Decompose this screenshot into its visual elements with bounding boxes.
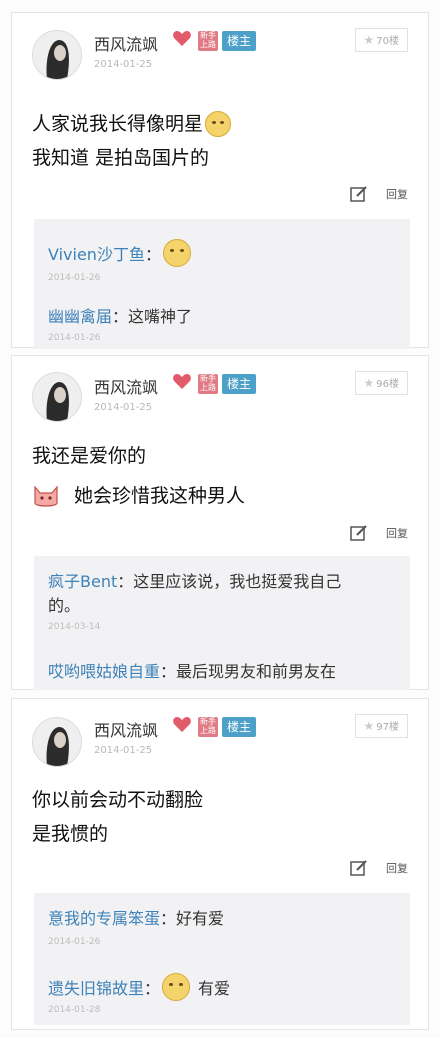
reply-button[interactable]: 回复: [386, 186, 408, 202]
star-icon: ★: [363, 719, 375, 733]
comment-text-cont: 的。: [48, 596, 81, 615]
level-badge: 新手上路: [198, 31, 218, 51]
post-content: 你以前会动不动翻脸 是我惯的: [32, 783, 203, 851]
post-floor-96: 西风流飒 新手上路 楼主 2014-01-25 ★ 96楼 我还是爱你的 她会珍惜…: [11, 355, 429, 690]
comment-separator: ：: [160, 662, 177, 681]
edit-icon[interactable]: [350, 185, 368, 203]
username[interactable]: 西风流飒: [94, 31, 158, 55]
comment-item[interactable]: 遗失旧锦故里 ： 有爱 2014-01-28: [48, 973, 396, 1015]
comment-date: 2014-03-14: [48, 622, 101, 632]
edit-icon[interactable]: [350, 859, 368, 877]
floor-number: 97楼: [376, 722, 399, 733]
avatar[interactable]: [32, 717, 82, 767]
heart-icon: [173, 374, 191, 389]
content-line: 她会珍惜我这种男人: [74, 485, 246, 507]
comment-date: 2014-01-26: [48, 333, 101, 343]
comment-separator: ：: [160, 909, 177, 928]
comment-text: 有爱: [198, 979, 231, 998]
comment-list: 疯子Bent：这里应该说，我也挺爱我自己 的。 2014-03-14 哎哟喂姑娘…: [34, 556, 410, 690]
reply-button[interactable]: 回复: [386, 860, 408, 876]
content-line: 你以前会动不动翻脸: [32, 789, 204, 811]
comment-item[interactable]: 意我的专属笨蛋：好有爱 2014-01-26: [48, 905, 396, 947]
post-content: 人家说我长得像明星 我知道 是拍岛国片的: [32, 107, 232, 175]
comment-item[interactable]: Vivien沙丁鱼 ： 2014-01-26: [48, 239, 396, 283]
comment-author[interactable]: Vivien沙丁鱼: [48, 241, 145, 265]
floor-button[interactable]: ★ 70楼: [354, 28, 408, 52]
content-line: 是我惯的: [32, 823, 109, 845]
comment-author[interactable]: 哎哟喂姑娘自重: [48, 662, 160, 681]
smile-emoji-icon: [205, 111, 232, 137]
comment-separator: ：: [112, 307, 129, 326]
level-badge: 新手上路: [198, 374, 218, 394]
star-icon: ★: [363, 376, 375, 390]
smile-emoji-icon: [162, 973, 191, 1001]
comment-date: 2014-01-26: [48, 937, 101, 947]
post-floor-97: 西风流飒 新手上路 楼主 2014-01-25 ★ 97楼 你以前会动不动翻脸 是…: [11, 698, 429, 1030]
comment-item[interactable]: 哎哟喂姑娘自重：最后现男友和前男友在: [48, 658, 396, 682]
post-tools: 回复: [350, 859, 408, 877]
avatar[interactable]: [32, 372, 82, 422]
comment-separator: ：: [144, 245, 161, 264]
comment-list: Vivien沙丁鱼 ： 2014-01-26 幽幽禽届：这嘴神了 2014-01…: [34, 219, 410, 349]
post-floor-70: 西风流飒 新手上路 楼主 2014-01-25 ★ 70楼 人家说我长得像明星 我…: [11, 12, 429, 349]
avatar[interactable]: [32, 30, 82, 80]
comment-text: 这里应该说，我也挺爱我自己: [133, 572, 342, 591]
username[interactable]: 西风流飒: [94, 717, 158, 741]
username[interactable]: 西风流飒: [94, 374, 158, 398]
comment-text: 好有爱: [176, 909, 225, 928]
comment-item[interactable]: 疯子Bent：这里应该说，我也挺爱我自己 的。 2014-03-14: [48, 570, 396, 632]
owner-badge: 楼主: [222, 717, 257, 737]
post-tools: 回复: [350, 185, 408, 203]
floor-button[interactable]: ★ 96楼: [354, 371, 408, 395]
comment-author[interactable]: 意我的专属笨蛋: [48, 909, 160, 928]
content-line: 我还是爱你的: [32, 445, 147, 467]
post-date: 2014-01-25: [94, 59, 153, 70]
reply-button[interactable]: 回复: [386, 525, 408, 541]
heart-icon: [173, 31, 191, 46]
comment-author[interactable]: 疯子Bent: [48, 572, 117, 591]
comment-text: 最后现男友和前男友在: [176, 662, 337, 681]
floor-button[interactable]: ★ 97楼: [354, 714, 408, 738]
comment-date: 2014-01-28: [48, 1005, 101, 1015]
post-date: 2014-01-25: [94, 402, 153, 413]
floor-number: 96楼: [376, 379, 399, 390]
content-line: 我知道 是拍岛国片的: [32, 147, 210, 169]
heart-icon: [173, 717, 191, 732]
comment-item[interactable]: 幽幽禽届：这嘴神了 2014-01-26: [48, 303, 396, 343]
level-badge: 新手上路: [198, 717, 218, 737]
edit-icon[interactable]: [350, 524, 368, 542]
smile-emoji-icon: [162, 239, 191, 267]
post-date: 2014-01-25: [94, 745, 153, 756]
owner-badge: 楼主: [222, 374, 257, 394]
post-tools: 回复: [350, 524, 408, 542]
comment-separator: ：: [117, 572, 134, 591]
comment-author[interactable]: 遗失旧锦故里: [48, 975, 144, 999]
comment-list: 意我的专属笨蛋：好有爱 2014-01-26 遗失旧锦故里 ： 有爱 2014-…: [34, 893, 410, 1025]
cat-emoji-icon: [34, 485, 58, 507]
content-line: 人家说我长得像明星: [32, 113, 204, 135]
comment-date: 2014-01-26: [48, 273, 101, 283]
post-content: 我还是爱你的 她会珍惜我这种男人: [32, 436, 245, 516]
floor-number: 70楼: [376, 36, 399, 47]
owner-badge: 楼主: [222, 31, 257, 51]
star-icon: ★: [363, 33, 375, 47]
comment-text: 这嘴神了: [128, 307, 193, 326]
comment-author[interactable]: 幽幽禽届: [48, 307, 112, 326]
comment-separator: ：: [144, 979, 161, 998]
